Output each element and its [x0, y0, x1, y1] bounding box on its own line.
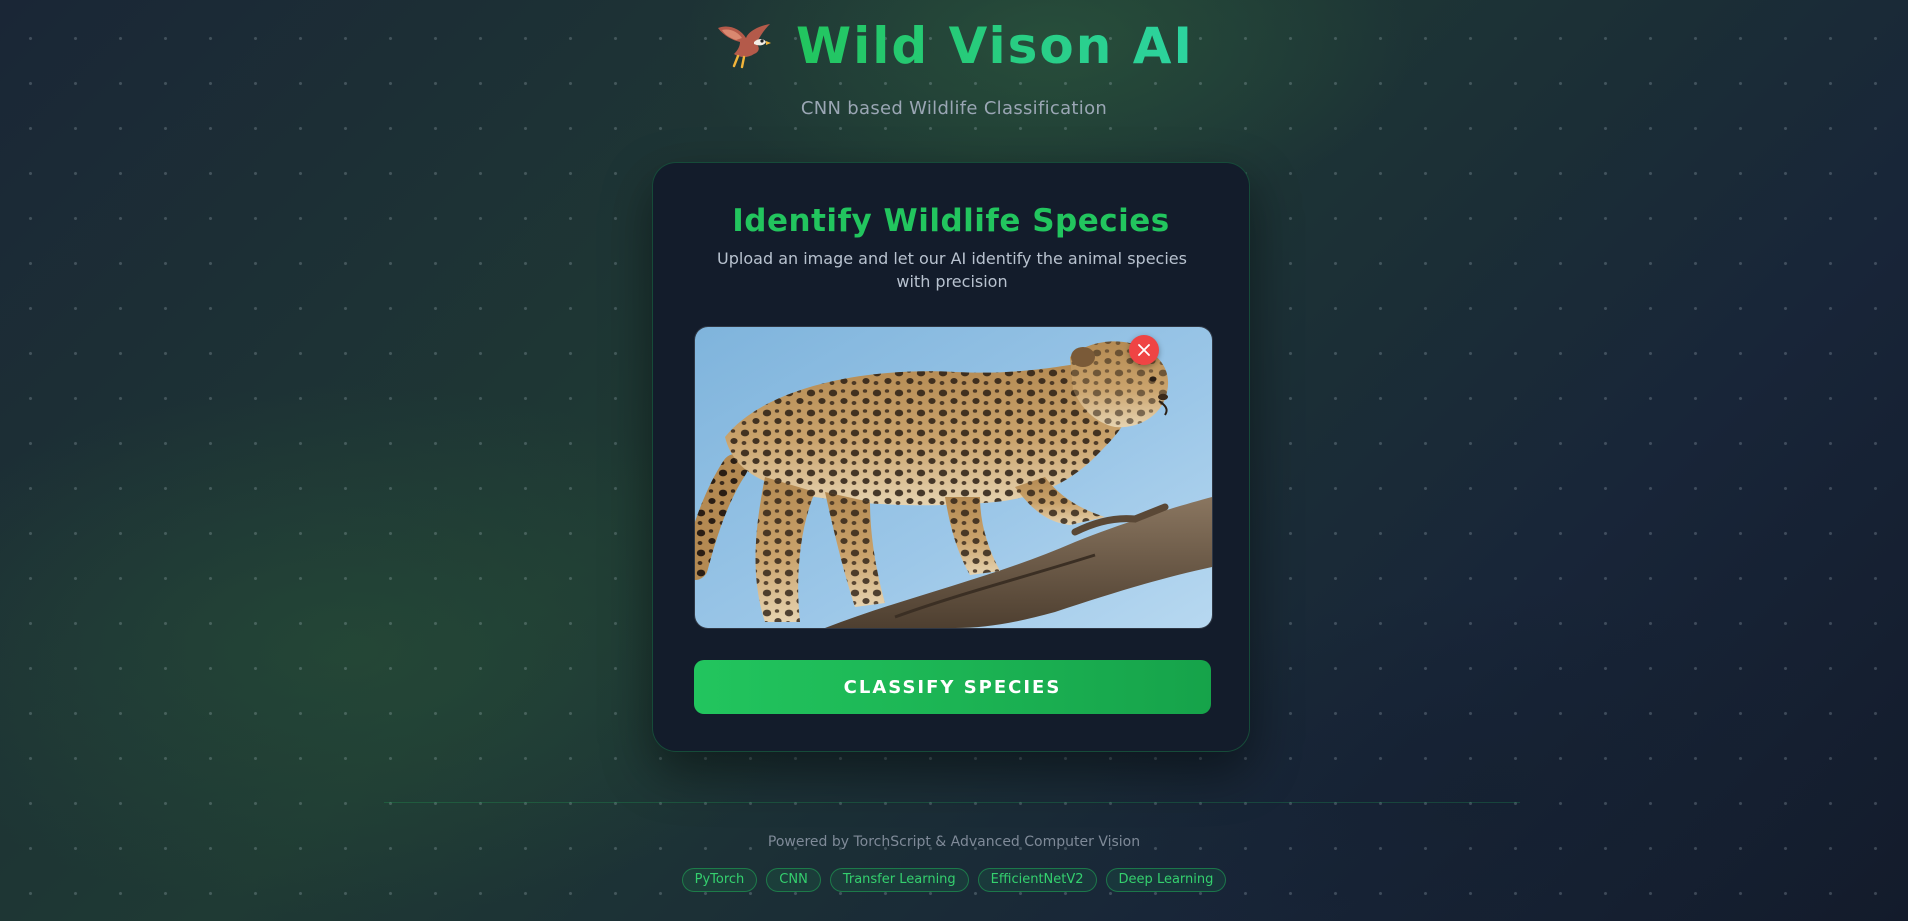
card-title: Identify Wildlife Species [732, 203, 1170, 239]
close-icon [1138, 344, 1150, 356]
tag-deep-learning: Deep Learning [1105, 868, 1227, 892]
classifier-card: Identify Wildlife Species Upload an imag… [652, 162, 1250, 752]
app-subtitle: CNN based Wildlife Classification [800, 98, 1108, 119]
tag-transfer-learning: Transfer Learning [829, 868, 969, 892]
tech-tags: PyTorch CNN Transfer Learning EfficientN… [0, 868, 1908, 892]
leopard-image [695, 327, 1212, 628]
page-header: Wild Vison AI CNN based Wildlife Classif… [0, 14, 1908, 119]
tag-pytorch: PyTorch [681, 868, 758, 892]
remove-image-button[interactable] [1129, 335, 1159, 365]
eagle-icon [714, 20, 774, 72]
card-description: Upload an image and let our AI identify … [717, 249, 1187, 291]
powered-by-text: Powered by TorchScript & Advanced Comput… [767, 834, 1141, 850]
image-preview [694, 326, 1213, 629]
footer-divider [384, 802, 1520, 803]
tag-efficientnetv2: EfficientNetV2 [977, 868, 1097, 892]
tag-cnn: CNN [766, 868, 821, 892]
classify-species-button[interactable]: CLASSIFY SPECIES [694, 660, 1211, 714]
app-title: Wild Vison AI [796, 17, 1194, 75]
title-row: Wild Vison AI [714, 14, 1194, 78]
